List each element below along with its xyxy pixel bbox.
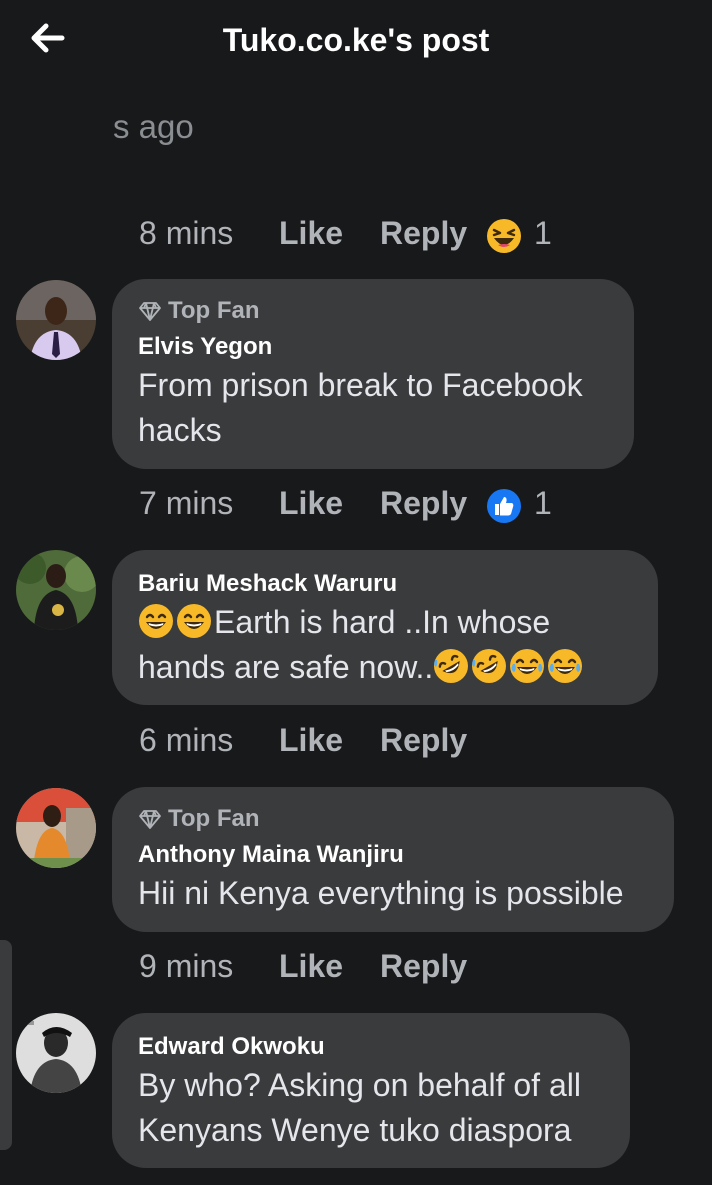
comment-text-line: From prison break to Facebook	[138, 367, 583, 403]
comment-text: By who? Asking on behalf of all Kenyans …	[138, 1063, 581, 1153]
top-fan-badge: Top Fan	[138, 805, 260, 833]
comment-author[interactable]: Edward Okwoku	[138, 1033, 325, 1061]
comment-text-line: hands are safe now..	[138, 649, 434, 685]
comment-actions-row: 8 mins Like Reply 1	[0, 208, 712, 258]
diamond-icon	[138, 299, 162, 323]
scroll-handle[interactable]	[0, 940, 12, 1150]
comment-author[interactable]: Anthony Maina Wanjiru	[138, 841, 404, 869]
comment-text-line: By who? Asking on behalf of all	[138, 1067, 581, 1103]
comment-time: 9 mins	[139, 948, 234, 984]
page-title: Tuko.co.ke's post	[222, 22, 490, 58]
like-button[interactable]: Like	[279, 213, 343, 253]
avatar[interactable]	[16, 280, 96, 360]
comment-time: 8 mins	[139, 215, 234, 251]
partial-comment-text: s ago	[113, 108, 194, 145]
comment-text-line: Kenyans Wenye tuko diaspora	[138, 1112, 572, 1148]
comment-bubble: Top Fan Elvis Yegon From prison break to…	[112, 279, 634, 469]
reply-button[interactable]: Reply	[380, 720, 467, 760]
comment-bubble: Top Fan Anthony Maina Wanjiru Hii ni Ken…	[112, 787, 674, 932]
comment-text: Hii ni Kenya everything is possible	[138, 871, 624, 916]
like-button[interactable]: Like	[279, 720, 343, 760]
comment-text-line: Hii ni Kenya everything is possible	[138, 875, 624, 911]
rolling-laughing-emoji-icon	[433, 648, 469, 684]
comment-actions-row: 7 mins Like Reply 1	[0, 478, 712, 528]
avatar[interactable]	[16, 788, 96, 868]
top-fan-badge: Top Fan	[138, 297, 260, 325]
comment-text: Earth is hard ..In whose hands are safe …	[138, 600, 585, 690]
reply-button[interactable]: Reply	[380, 213, 467, 253]
comment-text: From prison break to Facebook hacks	[138, 363, 583, 453]
laughing-reaction-icon[interactable]	[486, 218, 522, 254]
comment-bubble: Edward Okwoku By who? Asking on behalf o…	[112, 1013, 630, 1168]
avatar[interactable]	[16, 1013, 96, 1093]
comment-bubble: Bariu Meshack Waruru Earth is hard ..In …	[112, 550, 658, 705]
comment-author[interactable]: Bariu Meshack Waruru	[138, 570, 397, 598]
comment-actions-row: 9 mins Like Reply	[0, 941, 712, 991]
comment-actions-row: 6 mins Like Reply	[0, 715, 712, 765]
like-reaction-icon[interactable]	[486, 488, 522, 524]
tears-of-joy-emoji-icon	[547, 648, 583, 684]
grinning-emoji-icon	[176, 603, 212, 639]
top-fan-label: Top Fan	[168, 297, 260, 324]
grinning-emoji-icon	[138, 603, 174, 639]
tears-of-joy-emoji-icon	[509, 648, 545, 684]
top-fan-label: Top Fan	[168, 805, 260, 832]
comment-text-line: hacks	[138, 412, 222, 448]
comment-time: 7 mins	[139, 485, 234, 521]
reaction-count[interactable]: 1	[534, 483, 552, 523]
comment-text-line: Earth is hard ..In whose	[214, 604, 551, 640]
header: Tuko.co.ke's post	[0, 0, 712, 84]
rolling-laughing-emoji-icon	[471, 648, 507, 684]
like-button[interactable]: Like	[279, 946, 343, 986]
like-button[interactable]: Like	[279, 483, 343, 523]
reply-button[interactable]: Reply	[380, 946, 467, 986]
comment-time: 6 mins	[139, 722, 234, 758]
comment-author[interactable]: Elvis Yegon	[138, 333, 272, 361]
reaction-count[interactable]: 1	[534, 213, 552, 253]
avatar[interactable]	[16, 550, 96, 630]
diamond-icon	[138, 807, 162, 831]
reply-button[interactable]: Reply	[380, 483, 467, 523]
